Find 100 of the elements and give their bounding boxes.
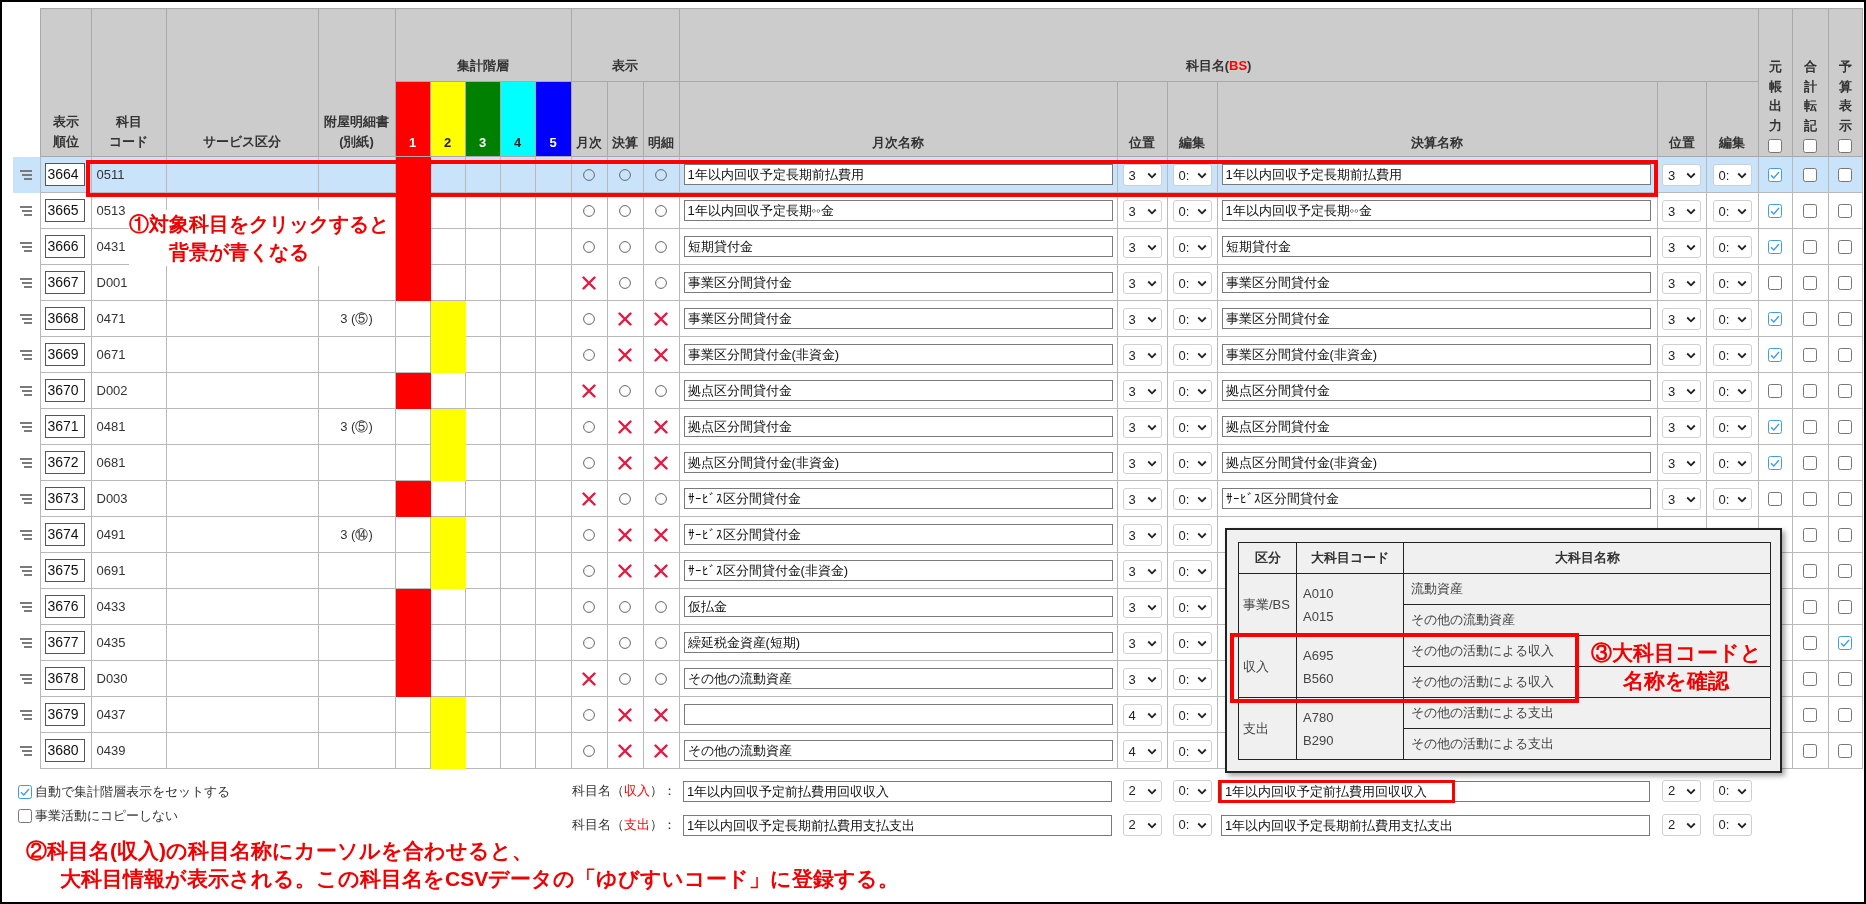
name-field[interactable]: ｻｰﾋﾞｽ区分間貸付金: [1221, 488, 1651, 509]
position-select[interactable]: 3: [1662, 416, 1702, 439]
edit-select[interactable]: 0:: [1172, 814, 1212, 836]
edit-select[interactable]: 0:: [1172, 272, 1212, 295]
edit-select[interactable]: 0:: [1172, 668, 1212, 691]
checkbox[interactable]: [1838, 167, 1853, 182]
drag-handle-icon[interactable]: [20, 205, 33, 216]
order-field[interactable]: 3668: [44, 307, 85, 330]
name-field[interactable]: 拠点区分間貸付金(非資金): [683, 452, 1113, 473]
position-select[interactable]: 3: [1662, 308, 1702, 331]
position-select[interactable]: 3: [1662, 272, 1702, 295]
name-field[interactable]: ｻｰﾋﾞｽ区分間貸付金: [683, 488, 1113, 509]
edit-select[interactable]: 0:: [1712, 344, 1752, 367]
edit-select[interactable]: 0:: [1172, 200, 1212, 223]
position-select[interactable]: 3: [1662, 488, 1702, 511]
checkbox[interactable]: [18, 809, 32, 823]
name-field[interactable]: 仮払金: [683, 596, 1113, 617]
checkbox[interactable]: [1803, 491, 1818, 506]
position-select[interactable]: 3: [1122, 272, 1162, 295]
name-field[interactable]: 事業区分間貸付金(非資金): [1221, 344, 1651, 365]
name-field[interactable]: 1年以内回収予定長期前払費用支払支出: [683, 814, 1112, 836]
position-select[interactable]: 2: [1662, 780, 1701, 802]
checkbox[interactable]: [1768, 167, 1783, 182]
checkbox[interactable]: [1838, 527, 1853, 542]
checkbox[interactable]: [1838, 419, 1853, 434]
name-field[interactable]: 事業区分間貸付金: [683, 272, 1113, 293]
position-select[interactable]: 4: [1122, 740, 1162, 763]
name-field[interactable]: 拠点区分間貸付金: [683, 380, 1113, 401]
checkbox[interactable]: [1803, 599, 1818, 614]
name-field[interactable]: 拠点区分間貸付金: [1221, 380, 1651, 401]
edit-select[interactable]: 0:: [1712, 488, 1752, 511]
checkbox[interactable]: [1803, 455, 1818, 470]
checkbox[interactable]: [1768, 203, 1783, 218]
position-select[interactable]: 2: [1122, 780, 1162, 802]
edit-select[interactable]: 0:: [1172, 488, 1212, 511]
edit-select[interactable]: 0:: [1172, 452, 1212, 475]
edit-select[interactable]: 0:: [1712, 272, 1752, 295]
checkbox[interactable]: [18, 785, 32, 799]
checkbox[interactable]: [1838, 635, 1853, 650]
position-select[interactable]: 3: [1122, 200, 1162, 223]
position-select[interactable]: 3: [1122, 344, 1162, 367]
checkbox[interactable]: [1768, 491, 1783, 506]
position-select[interactable]: 3: [1662, 164, 1702, 187]
edit-select[interactable]: 0:: [1172, 632, 1212, 655]
checkbox[interactable]: [1768, 383, 1783, 398]
name-field[interactable]: 事業区分間貸付金: [1221, 272, 1651, 293]
position-select[interactable]: 3: [1122, 668, 1162, 691]
checkbox[interactable]: [1838, 743, 1853, 758]
position-select[interactable]: 2: [1122, 814, 1162, 836]
checkbox[interactable]: [1768, 347, 1783, 362]
checkbox[interactable]: [1838, 563, 1853, 578]
name-field[interactable]: ｻｰﾋﾞｽ区分間貸付金: [683, 524, 1113, 545]
drag-handle-icon[interactable]: [20, 277, 33, 288]
checkbox[interactable]: [1838, 275, 1853, 290]
name-field[interactable]: 1年以内回収予定前払費用回収収入: [683, 780, 1112, 802]
drag-handle-icon[interactable]: [20, 673, 33, 684]
checkbox[interactable]: [1768, 455, 1783, 470]
checkbox[interactable]: [1803, 419, 1818, 434]
checkbox[interactable]: [1838, 707, 1853, 722]
checkbox[interactable]: [1803, 707, 1818, 722]
checkbox[interactable]: [1803, 563, 1818, 578]
edit-select[interactable]: 0:: [1172, 344, 1212, 367]
edit-select[interactable]: 0:: [1172, 560, 1212, 583]
position-select[interactable]: 3: [1662, 380, 1702, 403]
drag-handle-icon[interactable]: [20, 385, 33, 396]
drag-handle-icon[interactable]: [20, 565, 33, 576]
position-select[interactable]: 3: [1122, 596, 1162, 619]
drag-handle-icon[interactable]: [20, 745, 33, 756]
name-field[interactable]: 1年以内回収予定長期前払費用: [1221, 164, 1651, 185]
checkbox[interactable]: [1803, 743, 1818, 758]
position-select[interactable]: 3: [1122, 452, 1162, 475]
order-field[interactable]: 3673: [44, 487, 85, 510]
position-select[interactable]: 3: [1122, 632, 1162, 655]
checkbox[interactable]: [1768, 239, 1783, 254]
order-field[interactable]: 3664: [44, 163, 85, 186]
name-field[interactable]: 拠点区分間貸付金(非資金): [1221, 452, 1651, 473]
order-field[interactable]: 3679: [44, 703, 85, 726]
order-field[interactable]: 3672: [44, 451, 85, 474]
checkbox[interactable]: [1803, 167, 1818, 182]
name-field[interactable]: 事業区分間貸付金: [683, 308, 1113, 329]
name-field[interactable]: 拠点区分間貸付金: [1221, 416, 1651, 437]
drag-handle-icon[interactable]: [20, 529, 33, 540]
name-field[interactable]: 1年以内回収予定長期前払費用支払支出: [1221, 814, 1650, 836]
order-field[interactable]: 3665: [44, 199, 85, 222]
edit-select[interactable]: 0:: [1712, 780, 1752, 802]
order-field[interactable]: 3666: [44, 235, 85, 258]
checkbox[interactable]: [1838, 139, 1853, 153]
name-field[interactable]: 事業区分間貸付金: [1221, 308, 1651, 329]
edit-select[interactable]: 0:: [1172, 236, 1212, 259]
edit-select[interactable]: 0:: [1172, 740, 1212, 763]
drag-handle-icon[interactable]: [20, 313, 33, 324]
order-field[interactable]: 3674: [44, 523, 85, 546]
drag-handle-icon[interactable]: [20, 601, 33, 612]
checkbox[interactable]: [1803, 527, 1818, 542]
order-field[interactable]: 3675: [44, 559, 85, 582]
checkbox[interactable]: [1838, 671, 1853, 686]
drag-handle-icon[interactable]: [20, 493, 33, 504]
edit-select[interactable]: 0:: [1172, 596, 1212, 619]
edit-select[interactable]: 0:: [1172, 164, 1212, 187]
name-field[interactable]: 1年以内回収予定長期◦◦金: [683, 200, 1113, 221]
